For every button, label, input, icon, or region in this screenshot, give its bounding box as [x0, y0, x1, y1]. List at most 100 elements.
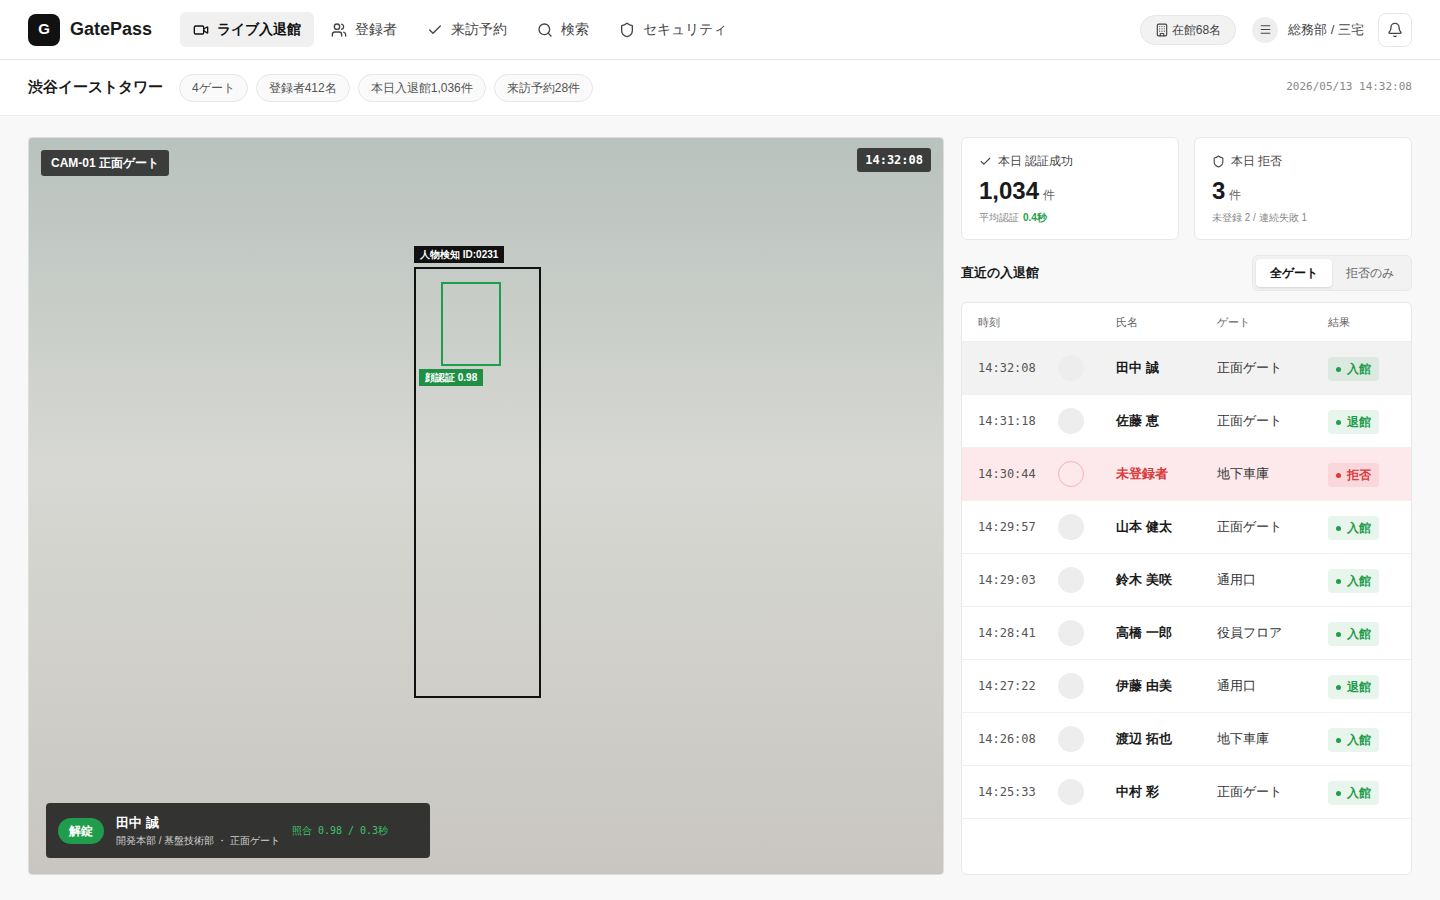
- table-row[interactable]: 14:29:03 鈴木 美咲通用口入館: [962, 554, 1411, 607]
- result-badge: 入館: [1328, 357, 1379, 381]
- stat-note: 未登録 2 / 連続失敗 1: [1212, 210, 1394, 225]
- log-title: 直近の入退館: [961, 263, 1039, 283]
- row-name: 渡辺 拓也: [1116, 729, 1217, 749]
- nav-tab[interactable]: セキュリティ: [606, 12, 740, 47]
- row-name: 高橋 一郎: [1116, 623, 1217, 643]
- menu-icon: [1252, 17, 1278, 43]
- live-icon: [193, 22, 209, 38]
- person-tag: 人物検知 ID:0231: [414, 246, 504, 263]
- shield-icon: [1212, 155, 1225, 168]
- avatar: [1058, 620, 1084, 646]
- row-name: 中村 彩: [1116, 782, 1217, 802]
- row-gate: 正面ゲート: [1217, 517, 1328, 537]
- top-nav: G GatePass ライブ入退館登録者来訪予約検索セキュリティ 在館68名総務部 /…: [0, 0, 1440, 60]
- avatar: [1058, 355, 1084, 381]
- table-row[interactable]: 14:28:41 高橋 一郎役員フロア入館: [962, 607, 1411, 660]
- camera-label: CAM-01 正面ゲート: [41, 150, 169, 176]
- row-time: 14:30:44: [978, 465, 1058, 483]
- side-panel: 本日 認証成功1,034件平均認証0.4秒本日 拒否3件未登録 2 / 連続失敗…: [961, 137, 1412, 875]
- stat-value: 3: [1212, 176, 1225, 206]
- site-bar: 渋谷イーストタワー4ゲート登録者412名本日入退館1,036件来訪予約28件20…: [0, 60, 1440, 116]
- result-detail: 開発本部 / 基盤技術部 ・ 正面ゲート: [116, 833, 280, 848]
- security-icon: [619, 22, 635, 38]
- row-name: 伊藤 由美: [1116, 676, 1217, 696]
- app-name: GatePass: [70, 16, 152, 43]
- face-box: [441, 282, 501, 366]
- building-icon: [1155, 23, 1169, 37]
- row-time: 14:26:08: [978, 730, 1058, 748]
- app: G GatePass ライブ入退館登録者来訪予約検索セキュリティ 在館68名総務部 /…: [0, 0, 1440, 900]
- user-menu[interactable]: 総務部 / 三宅: [1252, 17, 1364, 43]
- users-icon: [331, 22, 347, 38]
- filter-toggle: 全ゲート拒否のみ: [1252, 255, 1412, 291]
- stat-value: 1,034: [979, 176, 1039, 206]
- stat-card: 本日 認証成功1,034件平均認証0.4秒: [961, 137, 1179, 240]
- filter-option[interactable]: 拒否のみ: [1332, 259, 1408, 287]
- camera-view: CAM-01 正面ゲート14:32:08人物検知 ID:0231顔認証 0.98…: [28, 137, 944, 875]
- camera-time: 14:32:08: [857, 148, 931, 172]
- visit-icon: [427, 22, 443, 38]
- filter-option[interactable]: 全ゲート: [1256, 259, 1332, 287]
- logo[interactable]: G GatePass: [28, 14, 152, 46]
- stat-note: 平均認証0.4秒: [979, 210, 1161, 225]
- table-row[interactable]: 14:29:57山本 健太正面ゲート入館: [962, 501, 1411, 554]
- row-time: 14:25:33: [978, 783, 1058, 801]
- result-badge: 入館: [1328, 569, 1379, 593]
- occupancy-pill: 在館68名: [1140, 15, 1236, 45]
- nav-tab[interactable]: 来訪予約: [414, 12, 520, 47]
- result-badge: 拒否: [1328, 463, 1379, 487]
- table-header: 時刻氏名ゲート結果: [962, 303, 1411, 342]
- row-time: 14:27:22: [978, 677, 1058, 695]
- result-score: 照合 0.98 / 0.3秒: [292, 823, 388, 838]
- site-chip: 登録者412名: [256, 74, 350, 102]
- table-row[interactable]: 14:30:44 未登録者地下車庫拒否: [962, 448, 1411, 501]
- row-time: 14:31:18: [978, 412, 1058, 430]
- table-row[interactable]: 14:32:08 田中 誠正面ゲート入館: [962, 342, 1411, 395]
- bell-button[interactable]: [1378, 13, 1412, 47]
- result-badge: 入館: [1328, 622, 1379, 646]
- nav-tab[interactable]: 登録者: [318, 12, 410, 47]
- row-name: 未登録者: [1116, 464, 1217, 484]
- result-badge: 退館: [1328, 410, 1379, 434]
- row-time: 14:29:03: [978, 571, 1058, 589]
- unlock-badge: 解錠: [58, 818, 104, 844]
- row-time: 14:28:41: [978, 624, 1058, 642]
- nav-tab[interactable]: 検索: [524, 12, 602, 47]
- row-gate: 通用口: [1217, 676, 1328, 696]
- bell-icon: [1387, 22, 1403, 38]
- row-name: 鈴木 美咲: [1116, 570, 1217, 590]
- avatar: [1058, 408, 1084, 434]
- result-badge: 入館: [1328, 781, 1379, 805]
- avatar: [1058, 514, 1084, 540]
- main: CAM-01 正面ゲート14:32:08人物検知 ID:0231顔認証 0.98…: [0, 116, 1440, 900]
- row-gate: 通用口: [1217, 570, 1328, 590]
- result-badge: 入館: [1328, 728, 1379, 752]
- row-time: 14:32:08: [978, 359, 1058, 377]
- row-gate: 地下車庫: [1217, 729, 1328, 749]
- avatar: [1058, 726, 1084, 752]
- search-icon: [537, 22, 553, 38]
- datetime: 2026/05/13 14:32:08: [1286, 79, 1412, 96]
- site-name: 渋谷イーストタワー: [28, 76, 163, 99]
- row-name: 田中 誠: [1116, 358, 1217, 378]
- logo-icon: G: [28, 14, 60, 46]
- nav-tabs: ライブ入退館登録者来訪予約検索セキュリティ: [180, 12, 740, 47]
- avatar: [1058, 567, 1084, 593]
- site-chip: 本日入退館1,036件: [358, 74, 486, 102]
- avatar: [1058, 673, 1084, 699]
- row-gate: 正面ゲート: [1217, 358, 1328, 378]
- check-icon: [979, 155, 992, 168]
- table-row[interactable]: 14:26:08 渡辺 拓也地下車庫入館: [962, 713, 1411, 766]
- log-table: 時刻氏名ゲート結果14:32:08田中 誠正面ゲート入館14:31:18佐藤 恵…: [961, 302, 1412, 875]
- person-box: [414, 267, 541, 698]
- table-row[interactable]: 14:31:18佐藤 恵正面ゲート退館: [962, 395, 1411, 448]
- row-gate: 地下車庫: [1217, 464, 1328, 484]
- row-gate: 正面ゲート: [1217, 782, 1328, 802]
- table-row[interactable]: 14:25:33 中村 彩正面ゲート入館: [962, 766, 1411, 819]
- table-row[interactable]: 14:27:22 伊藤 由美通用口退館: [962, 660, 1411, 713]
- nav-tab[interactable]: ライブ入退館: [180, 12, 314, 47]
- result-card: 解錠田中 誠開発本部 / 基盤技術部 ・ 正面ゲート照合 0.98 / 0.3秒: [46, 803, 430, 858]
- result-badge: 入館: [1328, 516, 1379, 540]
- result-badge: 退館: [1328, 675, 1379, 699]
- row-gate: 役員フロア: [1217, 623, 1328, 643]
